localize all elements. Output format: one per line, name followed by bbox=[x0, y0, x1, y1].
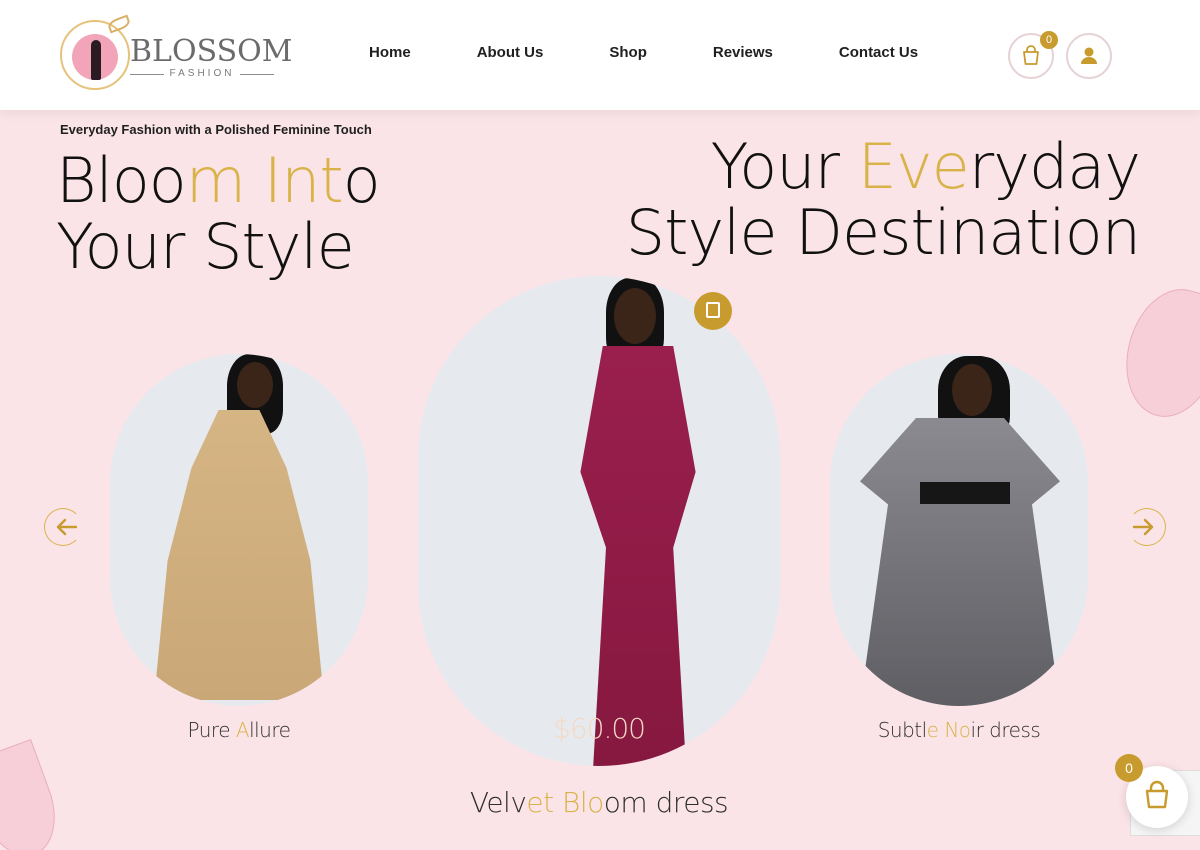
main-nav: Home About Us Shop Reviews Contact Us bbox=[336, 44, 951, 61]
arrow-right-icon bbox=[1132, 518, 1154, 536]
product-title-velvet-bloom[interactable]: Velvet Bloom dress bbox=[418, 786, 780, 819]
product-title-subtle-noir[interactable]: Subtle Noir dress bbox=[830, 718, 1088, 742]
product-card-pure-allure[interactable] bbox=[110, 354, 368, 706]
logo-emblem bbox=[60, 14, 132, 90]
hero-heading-left: Bloom Into Your Style bbox=[56, 144, 381, 283]
carousel-next-button[interactable] bbox=[1128, 508, 1166, 546]
nav-about-us[interactable]: About Us bbox=[477, 44, 544, 61]
cart-count-badge: 0 bbox=[1040, 31, 1058, 49]
hero-tagline: Everyday Fashion with a Polished Feminin… bbox=[60, 122, 372, 137]
brand-name: BLOSSOM bbox=[130, 34, 293, 69]
product-card-velvet-bloom[interactable]: $60.00 bbox=[418, 276, 780, 766]
brand-logo[interactable]: BLOSSOM FASHION bbox=[58, 14, 292, 94]
hero-heading-right: Your Everyday Style Destination bbox=[625, 130, 1141, 269]
add-to-cart-button[interactable] bbox=[694, 292, 732, 330]
account-button[interactable] bbox=[1066, 33, 1112, 79]
site-header: BLOSSOM FASHION Home About Us Shop Revie… bbox=[0, 0, 1200, 110]
product-price: $60.00 bbox=[553, 712, 646, 745]
user-icon bbox=[1081, 47, 1097, 64]
product-title-pure-allure[interactable]: Pure Allure bbox=[110, 718, 368, 742]
arrow-left-icon bbox=[56, 518, 78, 536]
decorative-flower-right bbox=[1112, 278, 1200, 428]
nav-reviews[interactable]: Reviews bbox=[713, 44, 773, 61]
product-image bbox=[580, 346, 696, 766]
nav-shop[interactable]: Shop bbox=[609, 44, 647, 61]
product-image bbox=[860, 418, 1060, 706]
shopping-bag-icon bbox=[706, 302, 720, 318]
decorative-flower-bottom-left bbox=[0, 739, 69, 850]
carousel-prev-button[interactable] bbox=[44, 508, 82, 546]
product-card-subtle-noir[interactable] bbox=[830, 354, 1088, 706]
product-image bbox=[154, 410, 324, 700]
nav-home[interactable]: Home bbox=[369, 44, 411, 61]
nav-contact-us[interactable]: Contact Us bbox=[839, 44, 918, 61]
brand-subtitle: FASHION bbox=[130, 68, 274, 79]
floating-cart-count-badge: 0 bbox=[1115, 754, 1143, 782]
